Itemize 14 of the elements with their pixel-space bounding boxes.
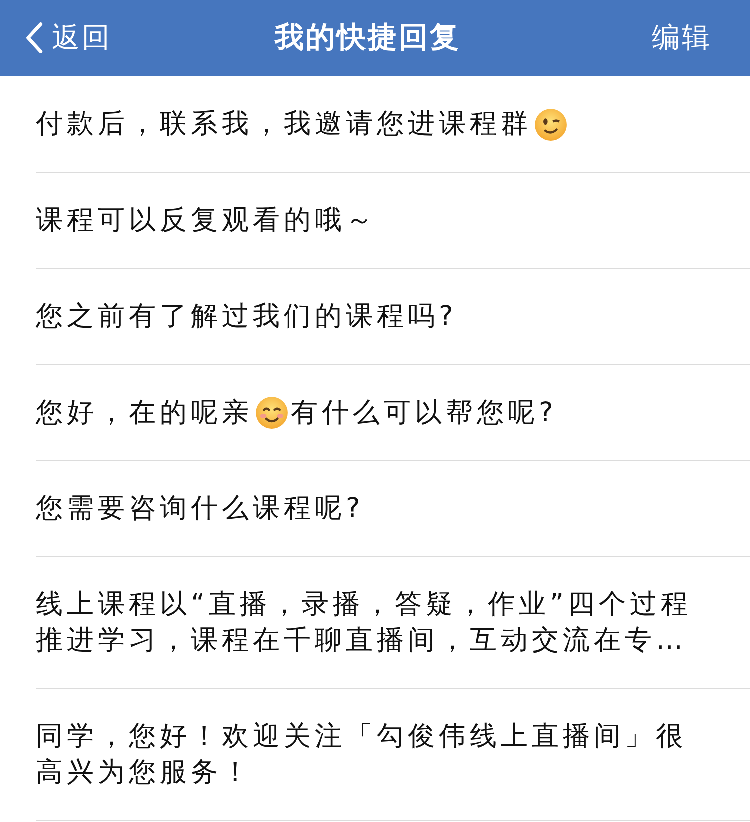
reply-text[interactable]: 有什么可以帮您呢? bbox=[291, 397, 558, 428]
reply-text[interactable]: 您好，在的呢亲 bbox=[36, 397, 253, 428]
reply-text[interactable]: 线上课程以“直播，录播，答疑，作业”四个过程推进学习，课程在千聊直播间，互动交流在专… bbox=[36, 587, 716, 660]
edit-button[interactable]: 编辑 bbox=[592, 19, 712, 57]
winking-face-icon bbox=[534, 108, 568, 142]
reply-text[interactable]: 付款后，联系我，我邀请您进课程群 bbox=[36, 108, 532, 140]
reply-text[interactable]: 同学，您好！欢迎关注「勾俊伟线上直播间」很高兴为您服务！ bbox=[36, 719, 716, 792]
smiling-face-icon bbox=[255, 396, 289, 430]
page-title: 我的快捷回复 bbox=[274, 19, 462, 56]
reply-text[interactable]: 课程可以反复观看的哦～ bbox=[36, 202, 716, 239]
reply-text[interactable]: 您需要咨询什么课程呢? bbox=[36, 491, 716, 528]
reply-text[interactable]: 您之前有了解过我们的课程吗? bbox=[36, 298, 716, 335]
back-chevron-icon bbox=[24, 22, 44, 54]
back-button[interactable]: 返回 bbox=[24, 19, 144, 57]
